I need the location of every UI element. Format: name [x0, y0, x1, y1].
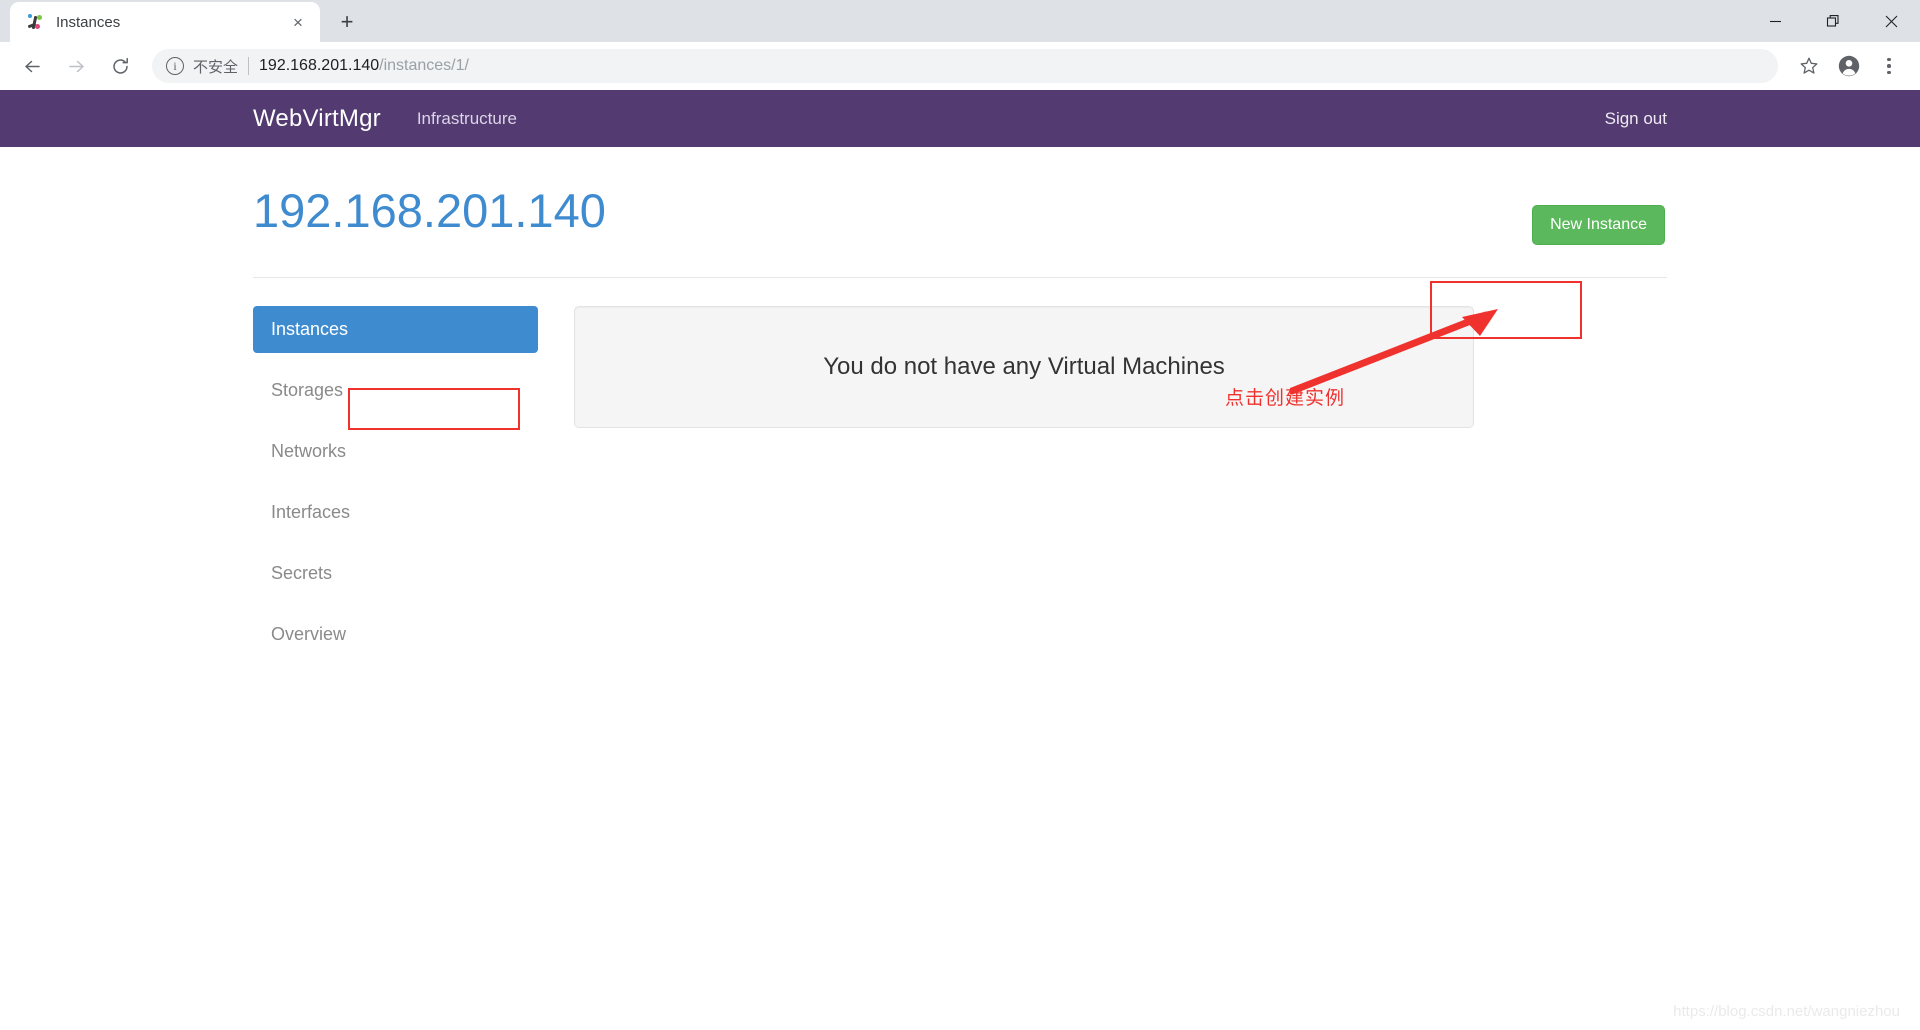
new-instance-button[interactable]: New Instance	[1532, 205, 1665, 245]
page-header: 192.168.201.140 New Instance	[253, 147, 1667, 245]
three-dot-menu-icon[interactable]	[1872, 49, 1906, 83]
tab-title: Instances	[56, 13, 121, 31]
star-icon[interactable]	[1792, 49, 1826, 83]
web-page: WebVirtMgr Infrastructure Sign out 192.1…	[0, 90, 1920, 1030]
browser-tab-instances[interactable]: Instances ×	[10, 2, 320, 42]
tab-close-icon[interactable]: ×	[286, 10, 310, 34]
annotation-callout-text: 点击创建实例	[1225, 388, 1346, 409]
nav-link-infrastructure[interactable]: Infrastructure	[417, 109, 517, 129]
sidebar-item-secrets[interactable]: Secrets	[253, 550, 538, 597]
url-host: 192.168.201.140	[259, 57, 380, 74]
security-status-label: 不安全	[193, 58, 239, 76]
url-text: 192.168.201.140/instances/1/	[259, 57, 469, 75]
window-controls	[1746, 0, 1920, 42]
restore-icon[interactable]	[1804, 0, 1862, 42]
address-bar[interactable]: i 不安全 192.168.201.140/instances/1/	[152, 49, 1778, 83]
webvirtmgr-favicon-icon	[26, 13, 44, 31]
sidebar-item-instances[interactable]: Instances	[253, 305, 538, 353]
browser-chrome: Instances × + i 不安全 192.168.201.140/inst…	[0, 0, 1920, 90]
back-arrow-icon[interactable]	[14, 48, 50, 84]
url-path: /instances/1/	[379, 57, 469, 74]
app-brand[interactable]: WebVirtMgr	[253, 105, 381, 133]
main-panel: You do not have any Virtual Machines	[574, 305, 1474, 672]
sidebar-item-overview[interactable]: Overview	[253, 611, 538, 658]
forward-arrow-icon[interactable]	[58, 48, 94, 84]
tab-strip: Instances × +	[0, 0, 1920, 42]
reload-icon[interactable]	[102, 48, 138, 84]
sidebar-item-interfaces[interactable]: Interfaces	[253, 489, 538, 536]
page-container: 192.168.201.140 New Instance Instances S…	[235, 147, 1685, 672]
page-title: 192.168.201.140	[253, 184, 606, 237]
omnibox-divider	[248, 57, 250, 75]
account-avatar-icon[interactable]	[1832, 49, 1866, 83]
header-actions: New Instance	[1532, 185, 1667, 245]
minimize-icon[interactable]	[1746, 0, 1804, 42]
watermark-text: https://blog.csdn.net/wangniezhou	[1673, 1003, 1900, 1020]
app-navbar: WebVirtMgr Infrastructure Sign out	[0, 90, 1920, 147]
new-tab-button[interactable]: +	[330, 5, 364, 39]
browser-toolbar: i 不安全 192.168.201.140/instances/1/	[0, 42, 1920, 90]
close-icon[interactable]	[1862, 0, 1920, 42]
sidebar-item-storages[interactable]: Storages	[253, 367, 538, 414]
sidebar-nav: Instances Storages Networks Interfaces S…	[253, 305, 538, 672]
content-row: Instances Storages Networks Interfaces S…	[253, 278, 1667, 672]
info-circle-icon[interactable]: i	[166, 57, 184, 75]
sidebar-item-networks[interactable]: Networks	[253, 428, 538, 475]
sign-out-link[interactable]: Sign out	[1605, 109, 1667, 128]
